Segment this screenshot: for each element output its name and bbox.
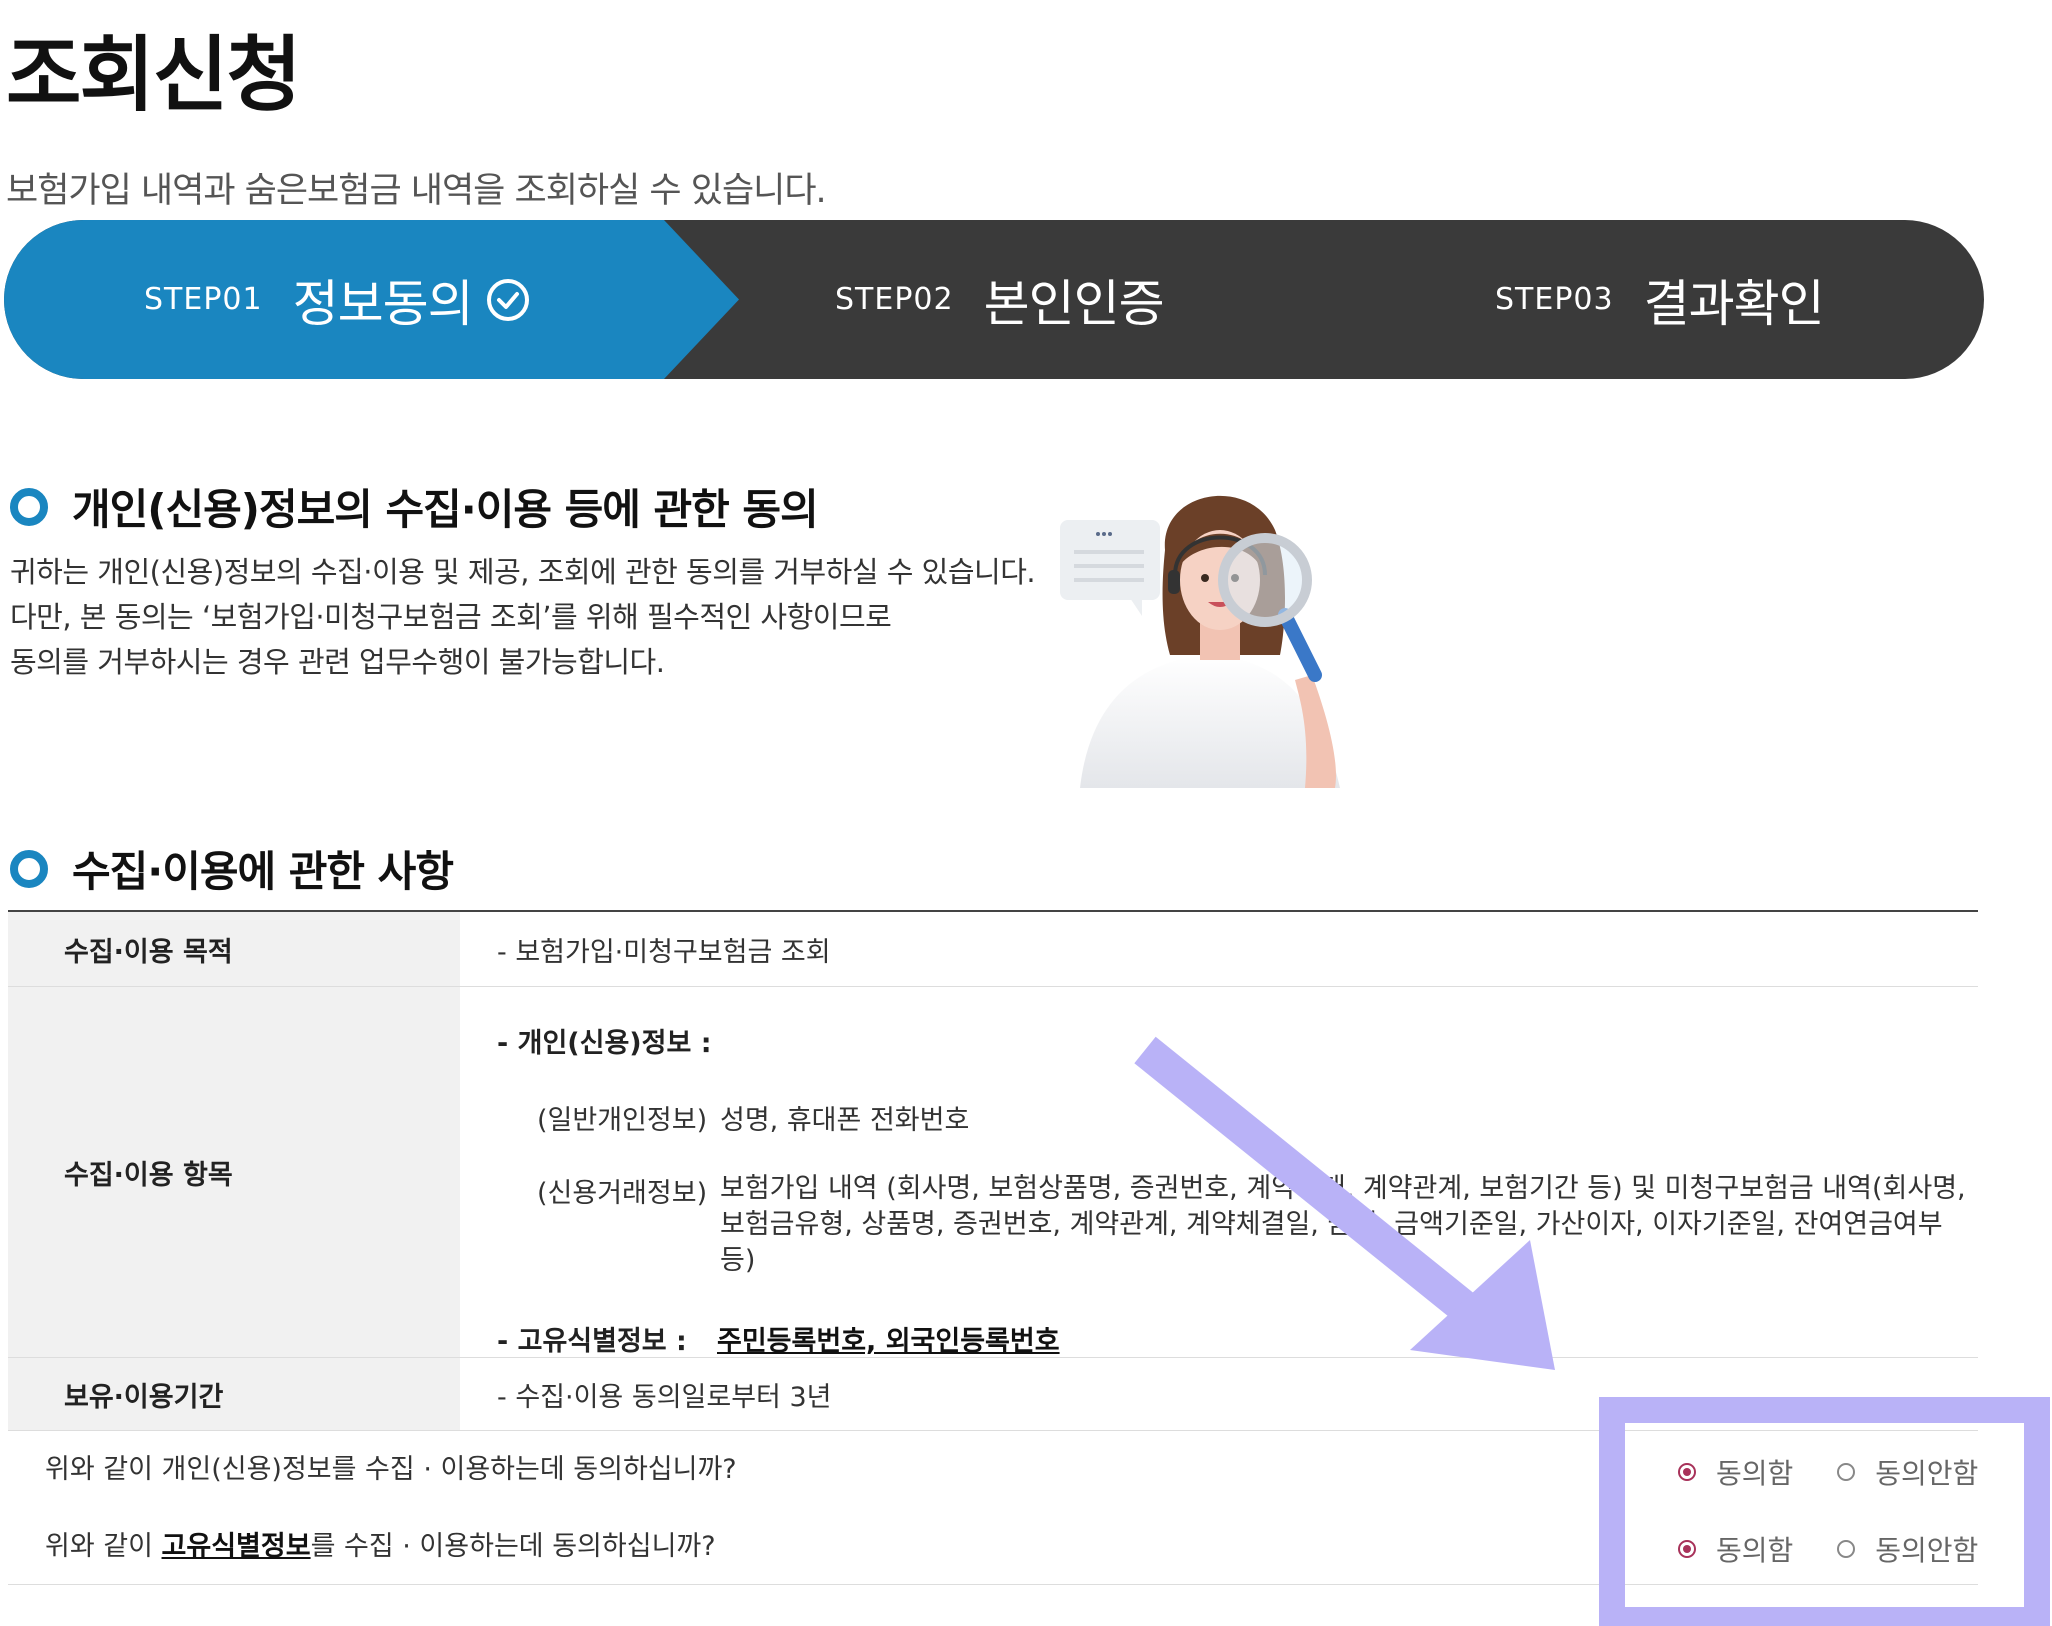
consent-radio-group-personal: 동의함 동의안함 (1678, 1452, 1978, 1492)
credit-info-tag: (신용거래정보) (537, 1178, 708, 1209)
bullet-icon (10, 487, 48, 526)
description-line: 귀하는 개인(신용)정보의 수집·이용 및 제공, 조회에 관한 동의를 거부하… (10, 555, 1036, 589)
consent-question-personal: 위와 같이 개인(신용)정보를 수집 · 이용하는데 동의하십니까? (45, 1454, 737, 1485)
collection-info-table: 수집·이용 목적 - 보험가입·미청구보험금 조회 수집·이용 항목 - 개인(… (8, 910, 1978, 1431)
credit-info-line: (신용거래정보) 보험가입 내역 (회사명, 보험상품명, 증권번호, 계약상태… (537, 1171, 1978, 1279)
table-row-retention: 보유·이용기간 - 수집·이용 동의일로부터 3년 (8, 1358, 1978, 1431)
step-3: STEP03 결과확인 (1495, 220, 1825, 379)
step-label: 결과확인 (1643, 274, 1825, 333)
agree-radio[interactable] (1678, 1540, 1696, 1558)
disagree-radio[interactable] (1837, 1463, 1856, 1481)
general-info-value: 성명, 휴대폰 전화번호 (720, 1105, 970, 1136)
step-label: 본인인증 (983, 274, 1165, 333)
general-info-tag: (일반개인정보) (537, 1105, 708, 1136)
consent-section-title: 개인(신용)정보의 수집·이용 등에 관한 동의 (10, 476, 819, 537)
unique-id-label: - 고유식별정보 : (497, 1326, 687, 1357)
credit-info-value: 보험가입 내역 (회사명, 보험상품명, 증권번호, 계약상태, 계약관계, 보… (720, 1173, 1966, 1276)
step-number: STEP01 (144, 282, 263, 317)
row-header: 수집·이용 목적 (8, 912, 460, 986)
unique-id-value: 주민등록번호, 외국인등록번호 (717, 1326, 1060, 1357)
row-header: 보유·이용기간 (8, 1358, 460, 1430)
check-circle-icon (485, 277, 531, 323)
agree-label[interactable]: 동의함 (1716, 1529, 1793, 1569)
personal-info-label: - 개인(신용)정보 : (497, 1028, 712, 1059)
bullet-icon (10, 849, 48, 888)
collection-section-title: 수집·이용에 관한 사항 (10, 838, 454, 899)
annotation-highlight-box (1599, 1397, 2050, 1626)
general-info-line: (일반개인정보) 성명, 휴대폰 전화번호 (537, 1098, 1978, 1137)
page-subtitle: 보험가입 내역과 숨은보험금 내역을 조회하실 수 있습니다. (6, 171, 827, 211)
divider (8, 1584, 1978, 1585)
row-value: - 수집·이용 동의일로부터 3년 (497, 1381, 832, 1413)
step-2: STEP02 본인인증 (835, 220, 1165, 379)
consultant-with-magnifier-illustration (1060, 495, 1340, 788)
table-row-purpose: 수집·이용 목적 - 보험가입·미청구보험금 조회 (8, 912, 1978, 987)
step-number: STEP02 (835, 282, 954, 317)
page-title: 조회신청 (6, 28, 302, 123)
disagree-label[interactable]: 동의안함 (1875, 1529, 1978, 1569)
consent-radio-group-unique-id: 동의함 동의안함 (1678, 1529, 1978, 1569)
consent-description: 귀하는 개인(신용)정보의 수집·이용 및 제공, 조회에 관한 동의를 거부하… (10, 550, 1036, 685)
row-value: - 개인(신용)정보 : (일반개인정보) 성명, 휴대폰 전화번호 (신용거래… (460, 987, 1978, 1357)
consent-question-unique-id: 위와 같이 고유식별정보를 수집 · 이용하는데 동의하십니까? (45, 1531, 716, 1562)
unique-id-line: - 고유식별정보 : 주민등록번호, 외국인등록번호 (497, 1319, 1978, 1358)
step-number: STEP03 (1495, 282, 1614, 317)
row-header: 수집·이용 항목 (8, 987, 460, 1357)
disagree-radio[interactable] (1837, 1540, 1856, 1558)
step-progress-bar: STEP01 정보동의 STEP02 본인인증 STEP03 결과확인 (4, 220, 1984, 379)
unique-id-emphasis: 고유식별정보 (161, 1531, 311, 1562)
step-label: 정보동의 (292, 274, 474, 333)
disagree-label[interactable]: 동의안함 (1875, 1452, 1978, 1492)
description-line: 다만, 본 동의는 ‘보험가입·미청구보험금 조회’를 위해 필수적인 사항이므… (10, 600, 892, 634)
description-line: 동의를 거부하시는 경우 관련 업무수행이 불가능합니다. (10, 645, 665, 679)
step-1: STEP01 정보동의 (144, 220, 531, 379)
agree-radio[interactable] (1678, 1463, 1696, 1481)
table-row-items: 수집·이용 항목 - 개인(신용)정보 : (일반개인정보) 성명, 휴대폰 전… (8, 987, 1978, 1358)
agree-label[interactable]: 동의함 (1716, 1452, 1793, 1492)
row-value: - 보험가입·미청구보험금 조회 (497, 936, 831, 968)
